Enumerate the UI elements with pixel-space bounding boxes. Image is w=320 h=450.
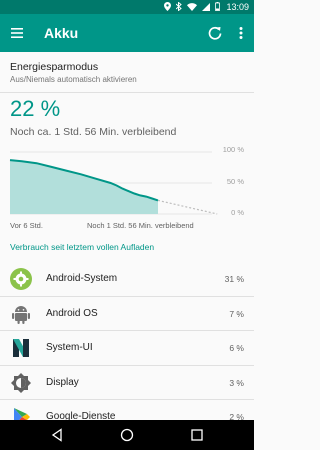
back-icon[interactable] (50, 428, 64, 442)
more-options-icon[interactable] (236, 24, 246, 42)
app-name: Android-System (46, 273, 118, 284)
history-area (10, 160, 158, 214)
usage-list: Android-System 31 % Android OS 7 % Syste… (0, 262, 254, 435)
location-icon (164, 2, 171, 11)
x-tick-label: Vor 6 Std. (10, 221, 43, 230)
list-item[interactable]: System-UI 6 % (0, 331, 254, 366)
signal-icon (202, 2, 210, 11)
battery-percentage: 22 % (10, 96, 61, 121)
list-item[interactable]: Display 3 % (0, 366, 254, 400)
n-logo-icon (13, 339, 29, 357)
usage-percent: 31 % (224, 274, 244, 284)
usage-percent: 3 % (229, 377, 244, 388)
y-tick-label: 50 % (226, 177, 244, 186)
recents-icon[interactable] (190, 428, 204, 442)
refresh-icon[interactable] (206, 24, 224, 42)
home-icon[interactable] (120, 428, 134, 442)
status-icons (164, 2, 220, 11)
bluetooth-icon (176, 2, 182, 11)
remaining-time: Noch ca. 1 Std. 56 Min. verbleibend (10, 126, 177, 138)
usage-section-header: Verbrauch seit letztem vollen Aufladen (10, 242, 155, 252)
app-name: System-UI (46, 342, 93, 353)
battery-saver-row[interactable]: Energiesparmodus Aus/Niemals automatisch… (0, 52, 254, 93)
list-item[interactable]: Android OS 7 % (0, 297, 254, 331)
y-tick-label: 100 % (222, 145, 244, 154)
y-tick-label: 0 % (231, 208, 244, 217)
list-item[interactable]: Android-System 31 % (0, 262, 254, 297)
wifi-icon (187, 2, 197, 11)
menu-icon[interactable] (10, 24, 28, 42)
battery-history-chart: 100 % 50 % 0 % Vor 6 Std. Noch 1 Std. 56… (0, 142, 254, 234)
battery-icon (215, 2, 220, 11)
battery-saver-title: Energiesparmodus (10, 61, 99, 73)
battery-saver-subtitle: Aus/Niemals automatisch aktivieren (10, 75, 137, 84)
app-bar: Akku (0, 14, 254, 52)
x-tick-label: Noch 1 Std. 56 Min. verbleibend (87, 221, 194, 230)
usage-percent: 7 % (229, 308, 244, 319)
app-name: Display (46, 376, 79, 388)
clock: 13:09 (226, 2, 249, 12)
status-bar: 13:09 (0, 0, 254, 14)
app-name: Android OS (46, 307, 98, 319)
brightness-icon (11, 372, 31, 393)
projection-line (157, 199, 218, 215)
android-icon (12, 305, 30, 324)
navigation-bar (0, 420, 254, 450)
page-title: Akku (44, 25, 79, 41)
usage-percent: 6 % (229, 343, 244, 353)
gear-icon (10, 268, 32, 290)
